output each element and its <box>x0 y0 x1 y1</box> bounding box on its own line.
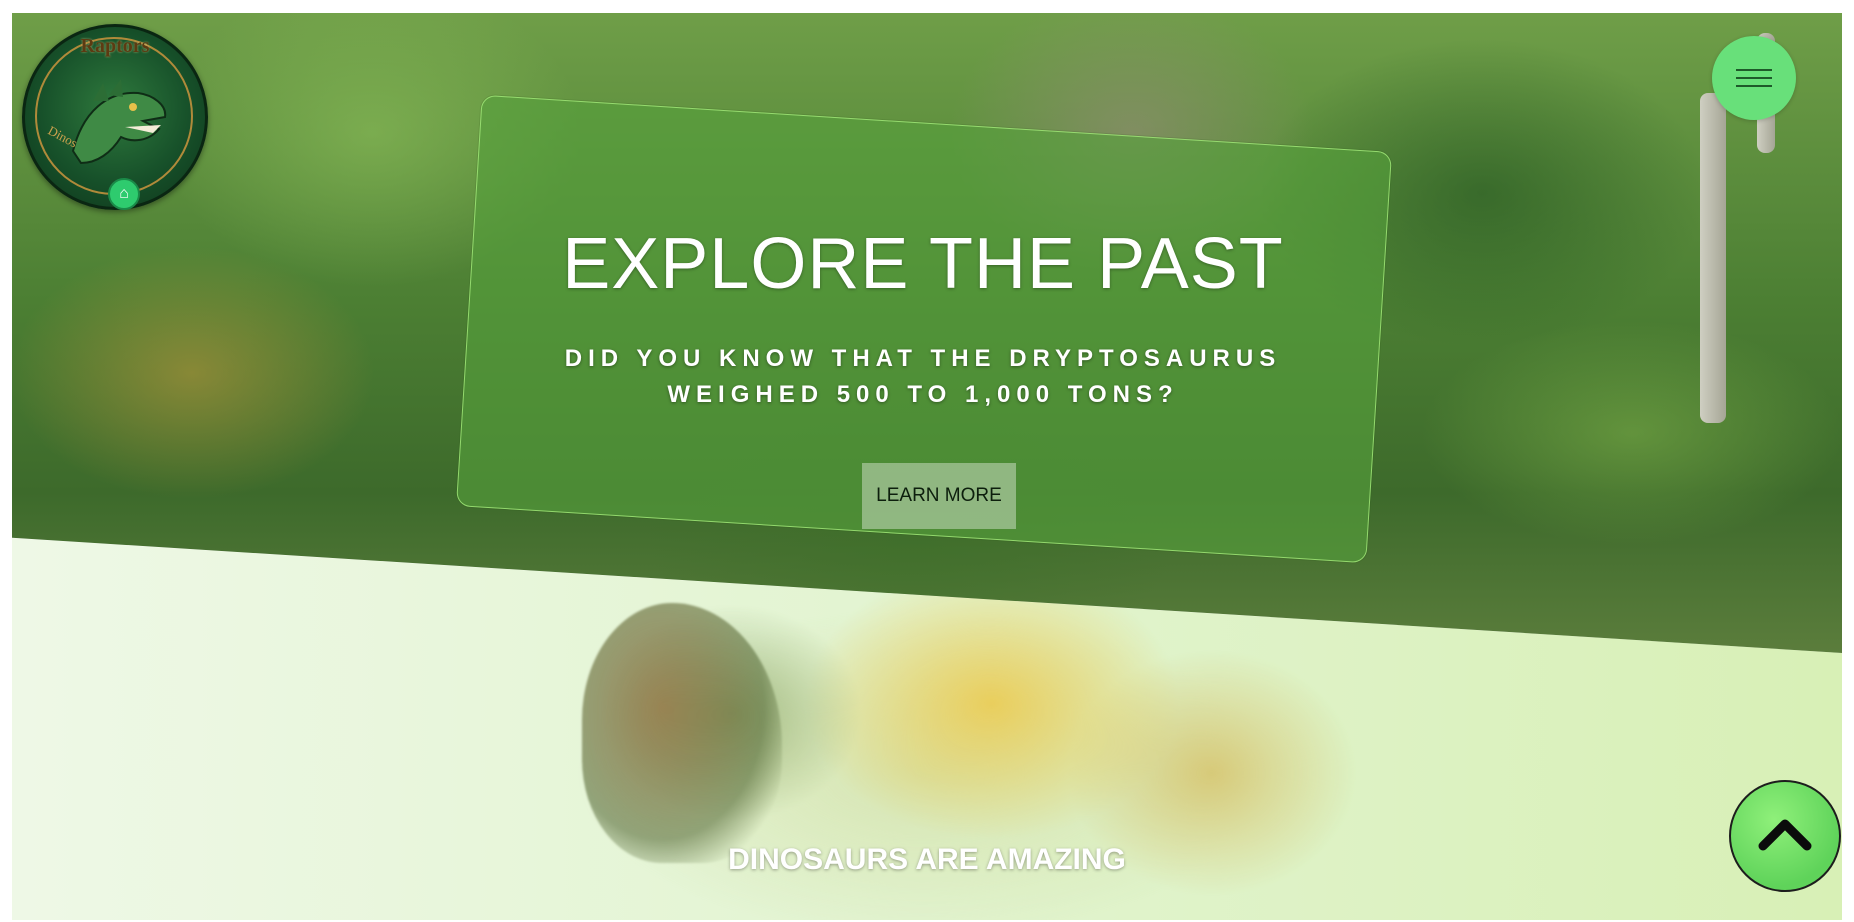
logo-title: Raptors <box>80 35 150 57</box>
hero-subtitle: DID YOU KNOW THAT THE DRYPTOSAURUS WEIGH… <box>564 345 1282 408</box>
tree-trunk <box>1700 93 1726 423</box>
hero-title: EXPLORE THE PAST <box>562 224 1284 304</box>
page: EXPLORE THE PAST DID YOU KNOW THAT THE D… <box>12 13 1842 920</box>
hamburger-icon-line <box>1736 85 1772 87</box>
hamburger-icon-line <box>1736 77 1772 79</box>
dragon-head-icon <box>71 79 167 165</box>
home-icon[interactable]: ⌂ <box>108 178 140 210</box>
hero-card-content: EXPLORE THE PAST DID YOU KNOW THAT THE D… <box>468 123 1378 533</box>
back-to-top-button[interactable] <box>1729 780 1841 892</box>
chevron-up-icon <box>1758 819 1812 851</box>
section-title: DINOSAURS ARE AMAZING <box>728 843 1126 876</box>
menu-button[interactable] <box>1712 36 1796 120</box>
learn-more-button[interactable]: LEARN MORE <box>862 463 1016 529</box>
dinosaur-head-image <box>582 603 782 863</box>
hamburger-icon-line <box>1736 69 1772 71</box>
